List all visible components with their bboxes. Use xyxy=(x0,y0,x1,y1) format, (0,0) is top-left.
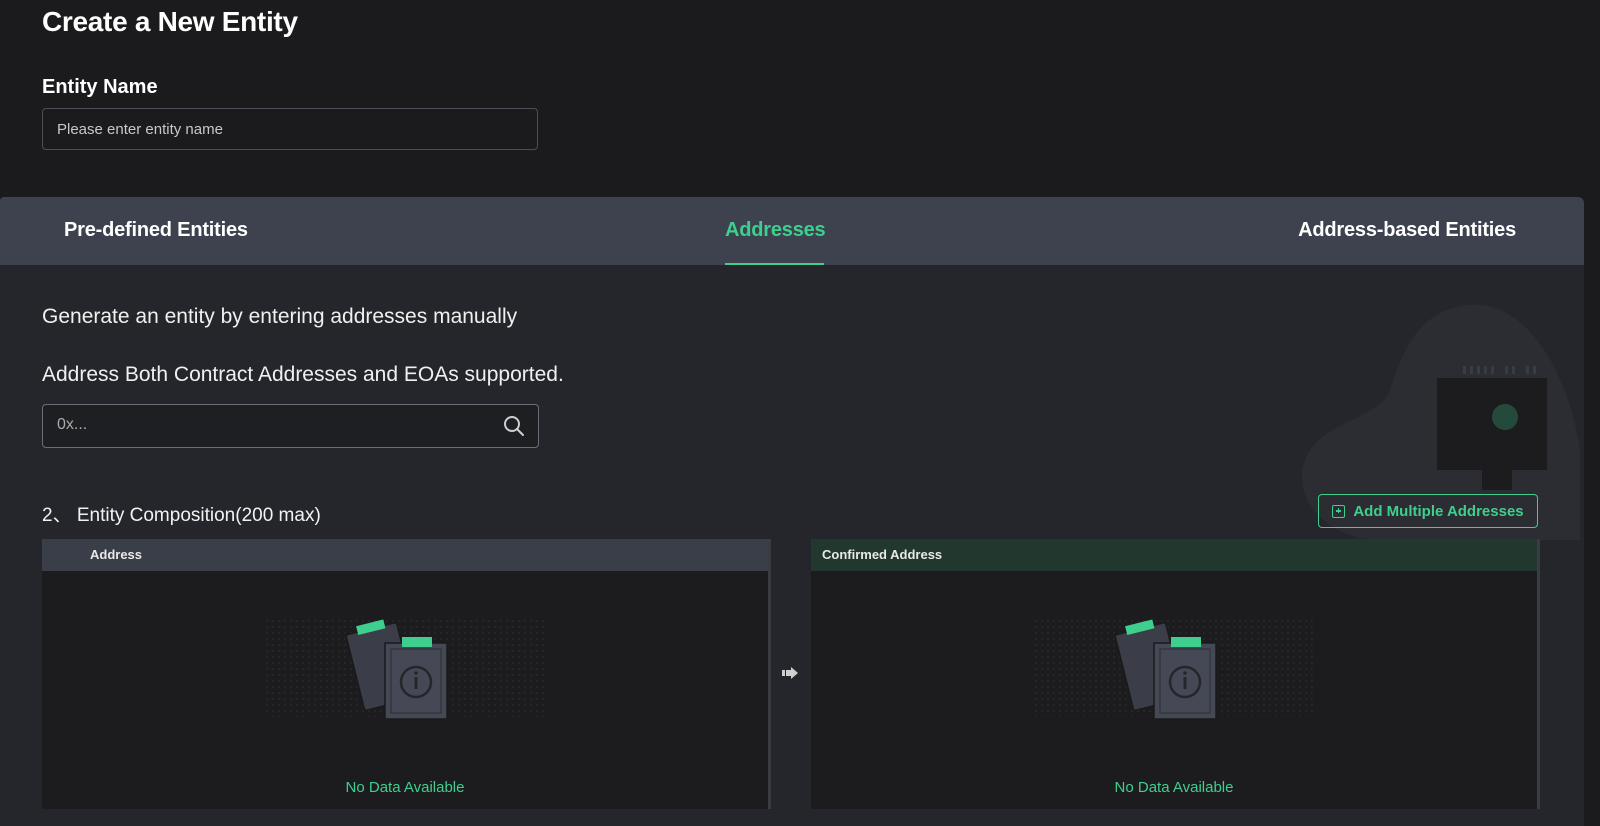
confirmed-address-column-header: Confirmed Address xyxy=(811,539,1537,571)
address-search-field xyxy=(42,404,539,448)
confirmed-address-table: Confirmed Address No Data Available xyxy=(811,539,1540,809)
empty-clipboard-icon xyxy=(265,617,545,720)
address-column-header: Address xyxy=(42,539,768,571)
search-icon[interactable] xyxy=(502,414,526,438)
address-empty-state: No Data Available xyxy=(42,571,768,809)
entity-name-label: Entity Name xyxy=(42,76,158,98)
tab-addresses[interactable]: Addresses xyxy=(725,219,826,242)
empty-clipboard-icon xyxy=(1034,617,1314,720)
tab-bar: Pre-defined Entities Addresses Address-b… xyxy=(0,197,1584,265)
tab-address-based-entities[interactable]: Address-based Entities xyxy=(1298,219,1516,242)
plus-square-icon xyxy=(1332,504,1346,518)
add-multiple-addresses-button[interactable]: Add Multiple Addresses xyxy=(1318,494,1538,528)
addresses-hint: Address Both Contract Addresses and EOAs… xyxy=(42,363,564,386)
confirmed-address-empty-state: No Data Available xyxy=(811,571,1537,809)
entity-composition-title: 2、 Entity Composition(200 max) xyxy=(42,505,321,526)
page-title: Create a New Entity xyxy=(42,6,298,37)
address-input[interactable] xyxy=(43,405,511,445)
no-data-text: No Data Available xyxy=(345,779,465,796)
no-data-text: No Data Available xyxy=(1114,779,1234,796)
entity-name-input[interactable] xyxy=(42,108,538,150)
address-table: Address No Data Available xyxy=(42,539,771,809)
addresses-description: Generate an entity by entering addresses… xyxy=(42,305,518,328)
arrow-right-icon[interactable] xyxy=(782,666,800,680)
tab-pre-defined-entities[interactable]: Pre-defined Entities xyxy=(64,219,248,242)
add-multiple-addresses-label: Add Multiple Addresses xyxy=(1353,502,1524,520)
